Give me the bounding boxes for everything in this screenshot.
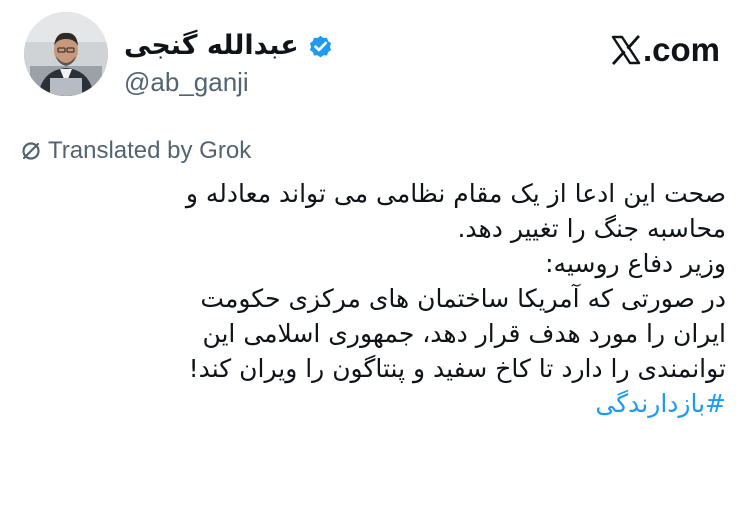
translated-by-row: Translated by Grok [20,136,251,166]
tweet-line: توانمندی را دارد تا کاخ سفید و پنتاگون ر… [188,354,726,383]
hashtag-link[interactable]: #بازدارندگی [26,386,726,421]
verified-badge-icon [309,35,331,57]
x-logo-icon [611,35,641,65]
tweet-line: ایران را مورد هدف قرار دهد، جمهوری اسلام… [202,319,726,348]
display-name-row: عبدالله گنجی [124,26,334,66]
translated-by-label[interactable]: Translated by Grok [48,136,251,166]
tweet-line: صحت این ادعا از یک مقام نظامی می تواند م… [185,179,726,208]
tweet-text: صحت این ادعا از یک مقام نظامی می تواند م… [26,176,726,421]
x-brand[interactable]: .com [611,30,720,70]
author-avatar[interactable] [24,12,108,96]
tweet-line: در صورتی که آمریکا ساختمان های مرکزی حکو… [200,284,726,313]
author-handle[interactable]: @ab_ganji [124,66,249,98]
x-domain-text: .com [642,31,720,68]
tweet-card: عبدالله گنجی @ab_ganji .com Translated b… [0,0,750,520]
portrait-avatar-icon [24,12,108,96]
display-name[interactable]: عبدالله گنجی [124,27,299,65]
translate-icon [22,142,40,160]
tweet-line: وزیر دفاع روسیه: [545,249,726,278]
tweet-line: محاسبه جنگ را تغییر دهد. [457,214,726,243]
